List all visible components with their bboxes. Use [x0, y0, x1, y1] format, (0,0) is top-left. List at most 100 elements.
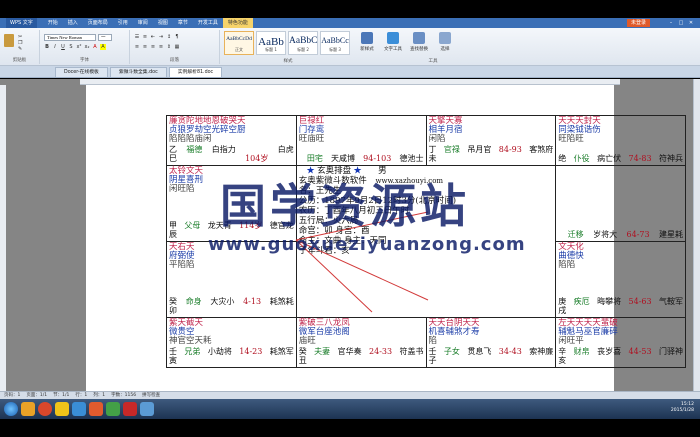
watermark-main: 国学资源站 [220, 179, 470, 233]
app-icon-2[interactable] [106, 402, 120, 416]
cell-footer-field: 14-23 [239, 347, 263, 356]
tray-date: 2015/1/28 [670, 408, 694, 413]
status-pages: 页面：1/1 [26, 393, 48, 398]
format-painter-icon[interactable]: ✎ [18, 46, 22, 52]
start-button-icon[interactable] [4, 402, 18, 416]
italic-icon[interactable]: I [52, 44, 58, 50]
cell-footer: 庚 戌疾厄 晦攀将 54-63 气鞍军 [558, 297, 683, 315]
shading-icon[interactable]: ▦ [174, 44, 180, 50]
status-page: 页码：1 [4, 393, 21, 398]
app-menu-button[interactable]: WPS 文字 [6, 18, 37, 28]
maximize-icon[interactable]: □ [676, 18, 686, 28]
menu-item[interactable]: 页面布局 [83, 18, 113, 28]
style-label: 标题 1 [265, 47, 277, 52]
menu-item[interactable]: 审阅 [133, 18, 153, 28]
cell-footer-field: 客煞府 [529, 144, 554, 154]
font-group: Times New Roman 一 B I U S x² x₂ A A 字体 [40, 30, 130, 64]
wps-icon[interactable] [123, 402, 137, 416]
vertical-scrollbar[interactable] [693, 79, 700, 391]
align-right-icon[interactable]: ≡ [150, 44, 156, 50]
style-item[interactable]: AaBbC 标题 2 [288, 31, 318, 55]
browser-icon[interactable] [38, 402, 52, 416]
menu-item[interactable]: 视图 [153, 18, 173, 28]
select-label: 选择 [440, 47, 450, 52]
cell-footer-field: 夫妻 [314, 347, 331, 356]
minimize-icon[interactable]: – [666, 18, 676, 28]
paste-icon[interactable] [4, 34, 14, 47]
palace-xu: 文天化 曲德快 陷陷庚 戌疾厄 晦攀将 54-63 气鞍军 [555, 240, 686, 319]
cell-footer: 迁移 岁将大 64-73 建星耗 [558, 230, 683, 239]
menu-item[interactable]: 插入 [63, 18, 83, 28]
font-color-icon[interactable]: A [92, 44, 98, 50]
cell-attr: 旺陷旺 [558, 134, 584, 144]
style-item[interactable]: AaBbCc 标题 3 [320, 31, 350, 55]
menu-item[interactable]: 引用 [113, 18, 133, 28]
menu-item[interactable]: 章节 [173, 18, 193, 28]
app-icon-1[interactable] [89, 402, 103, 416]
justify-icon[interactable]: ≡ [158, 44, 164, 50]
underline-icon[interactable]: U [60, 44, 66, 50]
cell-footer: 丁 未官禄 吊月官 84-93 客煞府 [429, 145, 554, 163]
select-icon [439, 32, 451, 44]
media-icon[interactable] [72, 402, 86, 416]
document-tab[interactable]: 紫微斗数全集.doc [109, 67, 167, 77]
cell-footer-field: 24-33 [369, 347, 393, 356]
highlight-icon[interactable]: A [100, 44, 106, 50]
folder-icon[interactable] [55, 402, 69, 416]
new-style-button[interactable]: 新样式 [356, 32, 378, 62]
status-bar: 页码：1 页面：1/1 节：1/1 行：1 列：1 字数：1156 拼写检查 [0, 391, 700, 399]
sort-icon[interactable]: ↕ [166, 34, 172, 40]
style-sample: AaBbCcDd [226, 36, 252, 42]
find-replace-label: 查找替换 [410, 47, 428, 52]
login-button[interactable]: 未登录 [626, 19, 650, 27]
menu-item[interactable]: 开始 [43, 18, 63, 28]
text-tools-label: 文字工具 [384, 47, 402, 52]
line-spacing-icon[interactable]: ⇕ [166, 44, 172, 50]
menu-item[interactable]: 特色功能 [222, 18, 253, 28]
text-tools-button[interactable]: 文字工具 [382, 32, 404, 62]
title-menu-bar: WPS 文字 开始 插入 页面布局 引用 审阅 视图 章节 开发工具 特色功能 未登录 – □ … [0, 18, 700, 28]
status-spell[interactable]: 拼写检查 [142, 392, 160, 399]
style-item[interactable]: AaBb 标题 1 [256, 31, 286, 55]
palace-hai: 左天天天天蜚破 辅魁马巫官廉碎 闲旺平辛 亥财帛 丧岁喜 44-53 门驿神 [555, 317, 686, 368]
close-icon[interactable]: ✕ [686, 18, 696, 28]
menu-item[interactable]: 开发工具 [193, 18, 223, 28]
watermark-url: www.guoxueziyuanzong.com [208, 234, 526, 255]
cell-footer-field: 官华奏 [337, 347, 362, 356]
align-left-icon[interactable]: ≡ [134, 44, 140, 50]
strikethrough-icon[interactable]: S [68, 44, 74, 50]
cell-attr: 陷 [428, 336, 438, 347]
cell-footer-field: 吊月官 [467, 144, 492, 154]
cell-footer-field: 104岁 [245, 153, 269, 163]
increase-indent-icon[interactable]: ⇥ [158, 34, 164, 40]
cell-attr: 闲旺平 [558, 336, 584, 347]
paragraph-row-2: ≡ ≡ ≡ ≡ ⇕ ▦ [134, 44, 180, 50]
cell-footer-field: 岁将大 [593, 229, 618, 239]
cell-attr: 陷陷陷庙闲 [169, 134, 212, 144]
cell-footer-field: 64-73 [626, 229, 650, 239]
clipboard-tools: ✂ ❐ ✎ [18, 34, 22, 52]
cell-footer-field: 34-43 [498, 347, 522, 356]
align-center-icon[interactable]: ≡ [142, 44, 148, 50]
style-item[interactable]: AaBbCcDd 正文 [224, 31, 254, 55]
font-name-select[interactable]: Times New Roman [44, 34, 96, 41]
cell-footer-field: 辛 亥 [558, 347, 567, 365]
superscript-icon[interactable]: x² [76, 44, 82, 50]
numbering-icon[interactable]: ≡ [142, 34, 148, 40]
paragraph-label: 段落 [170, 58, 179, 63]
document-tab[interactable]: Docer-在线模板 [55, 67, 108, 77]
document-tab[interactable]: 实例解析81.doc [168, 67, 223, 77]
explorer-icon[interactable] [21, 402, 35, 416]
bullets-icon[interactable]: ☰ [134, 34, 140, 40]
decrease-indent-icon[interactable]: ⇤ [150, 34, 156, 40]
window-controls: – □ ✕ [666, 18, 696, 28]
style-label: 标题 2 [297, 47, 309, 52]
status-section: 节：1/1 [53, 393, 70, 398]
show-marks-icon[interactable]: ¶ [174, 34, 180, 40]
cell-footer-field: 福德 [186, 144, 203, 154]
bold-icon[interactable]: B [44, 44, 50, 50]
cell-footer-field: 耗煞耗 [269, 297, 294, 307]
font-size-select[interactable]: 一 [98, 34, 112, 41]
subscript-icon[interactable]: x₂ [84, 44, 90, 50]
app-icon-3[interactable] [140, 402, 154, 416]
